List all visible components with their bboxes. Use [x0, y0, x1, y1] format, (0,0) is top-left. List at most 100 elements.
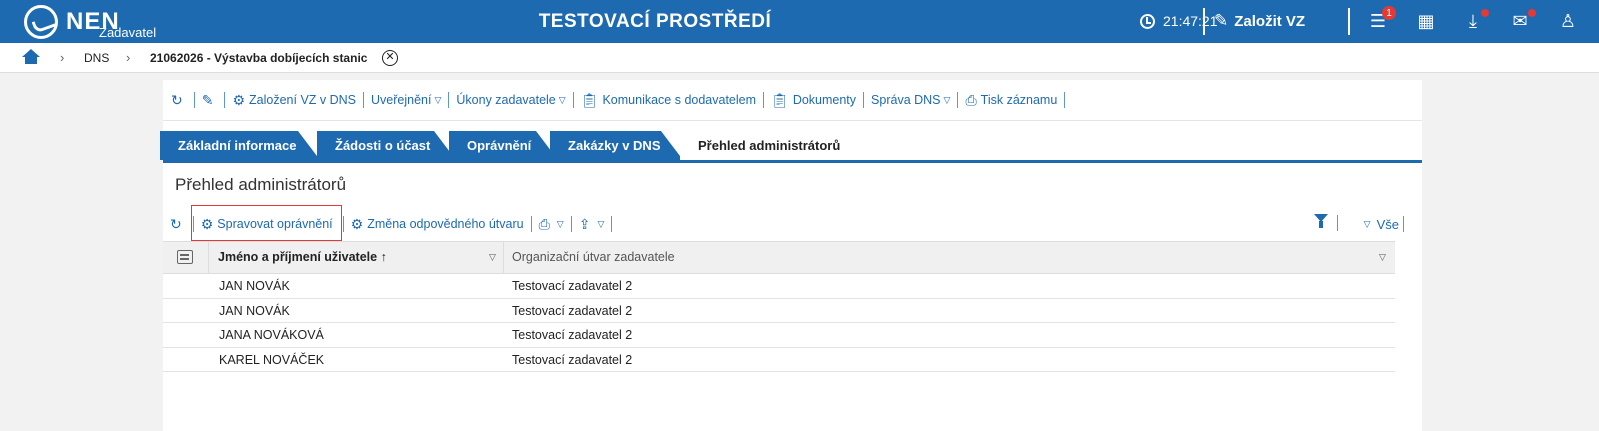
grid-refresh-button[interactable]: ↻ [170, 216, 186, 233]
cell-unit: Testovací zadavatel 2 [512, 279, 633, 293]
column-divider [503, 242, 504, 273]
create-vz-label: Založit VZ [1234, 12, 1306, 30]
export-menu[interactable]: ⇪ ▽ [579, 216, 605, 233]
administrators-table: Jméno a příjmení uživatele ↑ ▽ Organizač… [163, 241, 1395, 372]
clipboard-icon: 📋︎ [580, 91, 599, 108]
table-row[interactable]: JANA NOVÁKOVÁ Testovací zadavatel 2 [163, 323, 1395, 348]
download-icon[interactable]: ⤓ [1461, 9, 1489, 33]
tisk-button[interactable]: ⎙ Tisk záznamu [965, 92, 1057, 109]
komunikace-button[interactable]: 📋︎ Komunikace s dodavatelem [581, 92, 756, 109]
cell-name: KAREL NOVÁČEK [219, 352, 325, 367]
action-toolbar: ↻ ✎ ⚙ Založení VZ v DNS Uveřejnění ▽ Úkony… [163, 80, 1422, 121]
breadcrumb-current: 21062026 - Výstavba dobíjecích stanic [150, 51, 368, 65]
triangle-down-icon: ▽ [1363, 218, 1371, 229]
toolbar-divider [224, 92, 226, 108]
settings-doc-icon: ⚙ [350, 215, 364, 232]
chevron-right-icon: › [60, 50, 65, 65]
print-menu[interactable]: ⎙ ▽ [539, 216, 564, 233]
share-icon: ⇪ [578, 215, 591, 232]
tab-opravneni[interactable]: Oprávnění [449, 131, 558, 160]
zalozeni-vz-button[interactable]: ⚙ Založení VZ v DNS [232, 92, 356, 109]
triangle-down-icon[interactable]: ▽ [1379, 242, 1386, 273]
edit-button[interactable]: ✎ [202, 92, 218, 109]
tab-zadosti-o-ucast[interactable]: Žádosti o účast [317, 131, 456, 160]
header-divider [1348, 8, 1350, 35]
tab-zakladni-informace[interactable]: Základní informace [160, 131, 320, 160]
toolbar-divider [863, 92, 865, 108]
breadcrumb: › DNS › 21062026 - Výstavba dobíjecích s… [0, 43, 1599, 73]
refresh-button[interactable]: ↻ [171, 92, 187, 109]
breadcrumb-dns[interactable]: DNS [84, 51, 109, 65]
pencil-icon: ✎ [201, 91, 214, 108]
column-settings-icon[interactable] [177, 250, 193, 264]
toolbar-divider [763, 92, 765, 108]
triangle-down-icon: ▽ [943, 94, 951, 105]
grid-toolbar: ↻ ⚙ Spravovat oprávnění ⚙ Změna odpovědnéh… [163, 208, 1422, 240]
sprava-dns-menu[interactable]: Správa DNS ▽ [871, 93, 950, 107]
toolbar-divider [572, 92, 574, 108]
table-row[interactable]: JAN NOVÁK Testovací zadavatel 2 [163, 299, 1395, 323]
table-header: Jméno a příjmení uživatele ↑ ▽ Organizač… [163, 241, 1395, 274]
user-icon[interactable]: ♙ [1556, 9, 1580, 33]
table-row[interactable]: KAREL NOVÁČEK Testovací zadavatel 2 [163, 348, 1395, 372]
toolbar-divider [193, 92, 195, 108]
section-title: Přehled administrátorů [175, 175, 347, 194]
home-icon[interactable] [22, 49, 40, 65]
ukony-menu[interactable]: Úkony zadavatele ▽ [456, 93, 565, 107]
tab-underline [163, 160, 1422, 163]
view-all-menu[interactable]: ▽ Vše [1361, 216, 1404, 232]
toolbar-divider [570, 216, 572, 232]
triangle-down-icon: ▽ [597, 218, 605, 229]
column-header-name[interactable]: Jméno a příjmení uživatele ↑ [218, 242, 387, 273]
clipboard-icon: 📋︎ [771, 91, 789, 108]
sort-arrow-up-icon: ↑ [380, 250, 387, 264]
column-divider [208, 242, 209, 273]
uverejneni-menu[interactable]: Uveřejnění ▽ [371, 93, 441, 107]
table-row[interactable]: JAN NOVÁK Testovací zadavatel 2 [163, 274, 1395, 299]
toolbar-divider [342, 216, 344, 232]
header-divider [1203, 8, 1205, 35]
tab-prehled-administratoru[interactable]: Přehled administrátorů [680, 131, 889, 160]
clock-icon [1140, 13, 1155, 29]
printer-icon: ⎙ [538, 215, 550, 232]
change-unit-button[interactable]: ⚙ Změna odpovědného útvaru [351, 216, 524, 233]
clock-time: 21:47:21 [1163, 13, 1218, 29]
printer-icon: ⎙ [965, 91, 977, 108]
notification-dot [1528, 9, 1536, 17]
highlight-box [191, 205, 342, 241]
session-clock: 21:47:21 [1140, 13, 1218, 29]
menu-icon[interactable]: ☰ 1 [1366, 6, 1396, 33]
cell-name: JAN NOVÁK [219, 303, 290, 318]
close-icon[interactable]: ✕ [382, 50, 398, 66]
cell-unit: Testovací zadavatel 2 [512, 303, 633, 318]
chevron-right-icon: › [126, 50, 131, 65]
cell-unit: Testovací zadavatel 2 [512, 352, 633, 367]
toolbar-divider [448, 92, 450, 108]
dokumenty-button[interactable]: 📋︎ Dokumenty [771, 92, 856, 109]
toolbar-divider [611, 216, 613, 232]
triangle-down-icon[interactable]: ▽ [489, 242, 496, 273]
toolbar-divider [363, 92, 365, 108]
filter-icon[interactable] [1314, 214, 1328, 228]
settings-doc-icon: ⚙ [232, 91, 246, 108]
toolbar-divider [1403, 216, 1404, 232]
environment-title: TESTOVACÍ PROSTŘEDÍ [538, 11, 772, 32]
tab-bar: Základní informace Žádosti o účast Opráv… [163, 131, 1422, 160]
refresh-icon: ↻ [170, 215, 182, 232]
top-header: NEN Zadavatel TESTOVACÍ PROSTŘEDÍ 21:47:… [0, 0, 1599, 43]
toolbar-divider [957, 92, 959, 108]
create-vz-button[interactable]: ✎ Založit VZ [1214, 11, 1305, 31]
menu-badge: 1 [1382, 6, 1396, 20]
toolbar-divider [1337, 215, 1338, 231]
edit-icon: ✎ [1214, 11, 1229, 30]
main-panel: ↻ ✎ ⚙ Založení VZ v DNS Uveřejnění ▽ Úkony… [163, 80, 1422, 431]
tab-zakazky-v-dns[interactable]: Zakázky v DNS [550, 131, 683, 160]
triangle-down-icon: ▽ [556, 218, 564, 229]
notification-dot [1481, 9, 1489, 17]
toolbar-divider [1064, 92, 1066, 108]
refresh-icon: ↻ [171, 91, 183, 108]
calendar-icon[interactable]: ▦ [1414, 9, 1438, 33]
mail-icon[interactable]: ✉ [1508, 9, 1536, 33]
toolbar-divider [530, 216, 532, 232]
column-header-unit[interactable]: Organizační útvar zadavatele [512, 242, 675, 273]
